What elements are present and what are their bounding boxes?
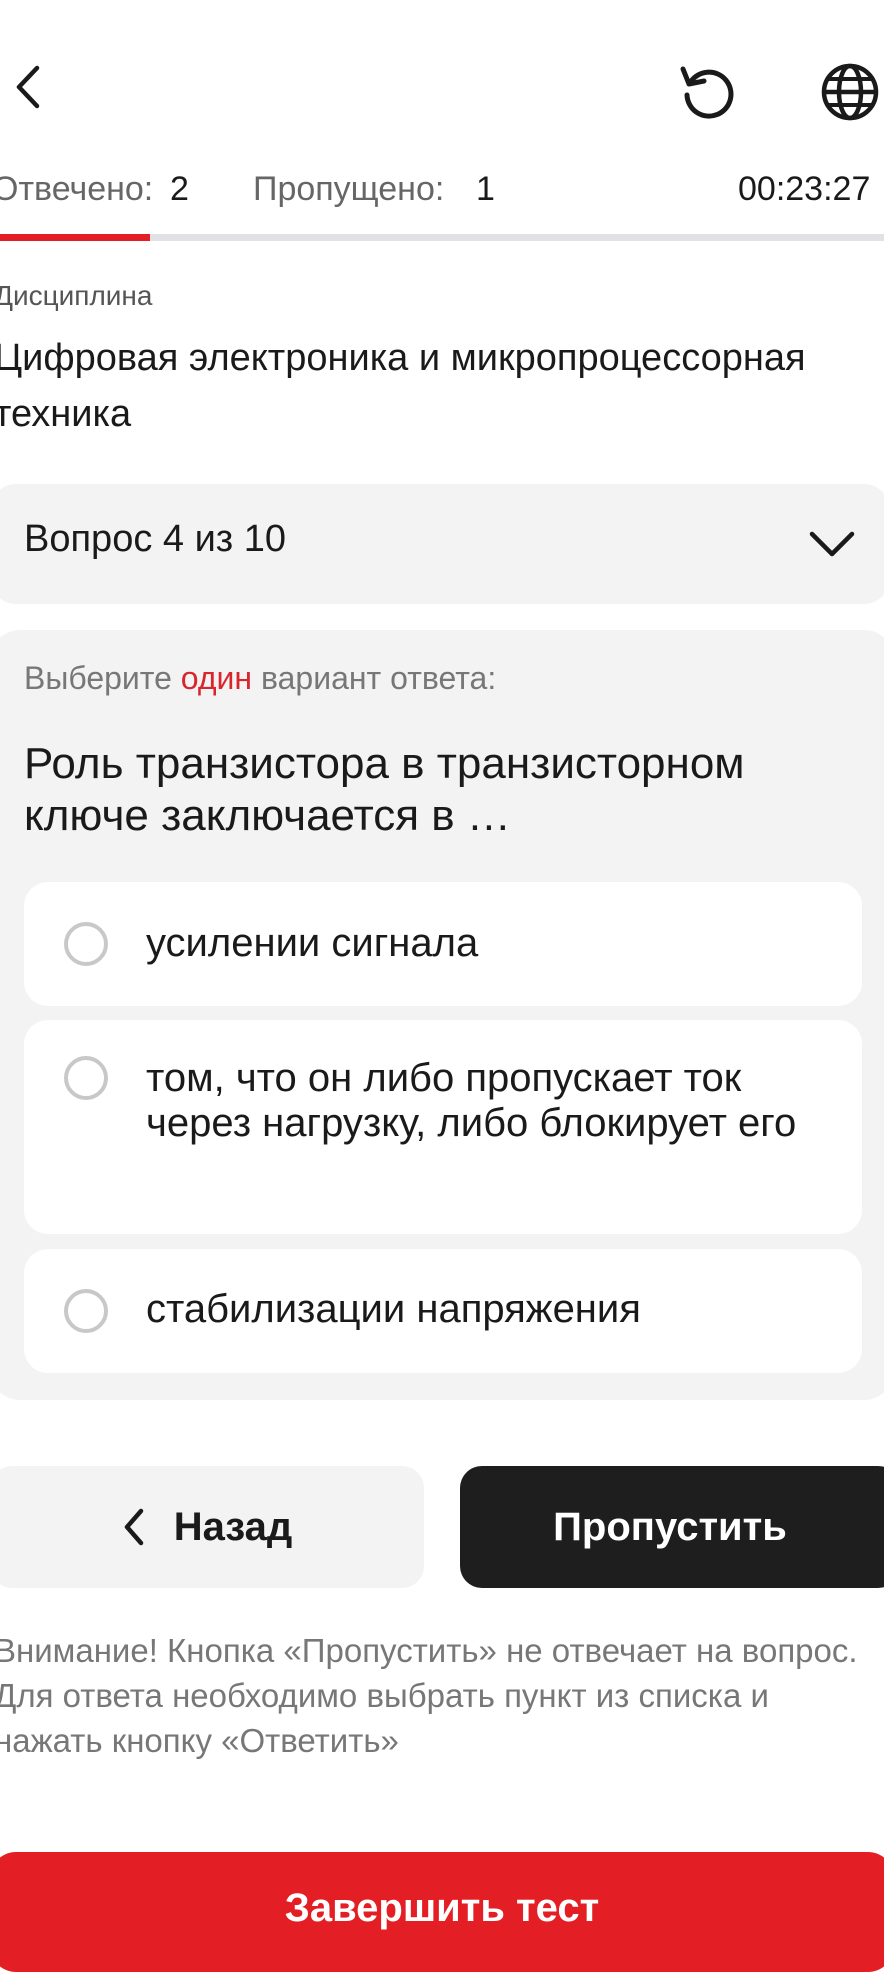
language-button[interactable] (818, 60, 882, 124)
radio-button[interactable] (64, 1056, 108, 1100)
back-button-label: Назад (173, 1504, 293, 1549)
instruction-highlight: один (180, 660, 253, 696)
chevron-down-icon[interactable] (806, 522, 858, 566)
instruction-prefix: Выберите (24, 660, 181, 696)
answered-count: 2 (170, 170, 189, 208)
progress-bar-fill (0, 234, 150, 241)
option-label: том, что он либо пропускает ток через на… (146, 1056, 797, 1145)
back-button[interactable]: Назад (0, 1466, 424, 1588)
skip-button[interactable]: Пропустить (460, 1466, 884, 1588)
restart-icon (680, 66, 734, 119)
radio-button[interactable] (64, 922, 108, 966)
stats-row: Отвечено: 2 Пропущено: 1 00:23:27 (0, 170, 884, 216)
answer-instruction: Выберите один вариант ответа: (24, 660, 496, 697)
question-counter: Вопрос 4 из 10 (24, 518, 287, 560)
discipline-label: Дисциплина (0, 280, 153, 311)
restart-button[interactable] (676, 60, 740, 124)
skipped-count: 1 (476, 170, 495, 208)
answer-option-1[interactable]: усилении сигнала (24, 882, 862, 1006)
chevron-left-icon (16, 65, 40, 109)
skipped-label: Пропущено: (253, 170, 445, 208)
discipline-title: Цифровая электроника и микропроцессорная… (0, 337, 806, 435)
finish-test-label: Завершить тест (284, 1886, 600, 1930)
skip-button-label: Пропустить (553, 1504, 787, 1549)
option-label: стабилизации напряжения (146, 1287, 641, 1331)
timer: 00:23:27 (738, 170, 871, 208)
instruction-suffix: вариант ответа: (252, 660, 497, 696)
globe-icon (821, 63, 879, 121)
skip-warning-text: Внимание! Кнопка «Пропустить» не отвечае… (0, 1632, 858, 1759)
option-label: усилении сигнала (146, 921, 479, 965)
back-nav-button[interactable] (6, 60, 50, 114)
answer-option-2[interactable]: том, что он либо пропускает ток через на… (24, 1020, 862, 1234)
answer-option-3[interactable]: стабилизации напряжения (24, 1249, 862, 1373)
answered-label: Отвечено: (0, 170, 154, 208)
question-text: Роль транзистора в транзисторном ключе з… (24, 739, 745, 840)
finish-test-button[interactable]: Завершить тест (0, 1852, 884, 1972)
chevron-left-icon (124, 1508, 143, 1546)
radio-button[interactable] (64, 1289, 108, 1333)
